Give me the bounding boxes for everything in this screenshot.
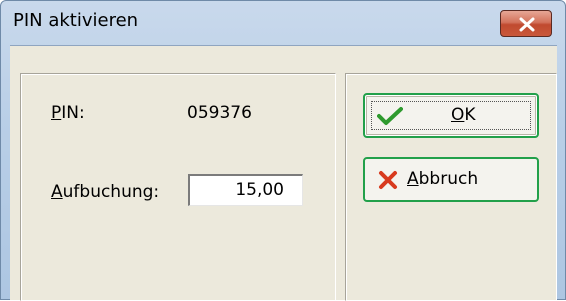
x-icon (379, 171, 397, 189)
ok-button[interactable]: OK (363, 93, 539, 138)
checkmark-icon (377, 107, 403, 125)
amount-input[interactable]: 15,00 (188, 174, 303, 206)
pin-label: PIN: (51, 103, 85, 123)
close-button[interactable] (500, 10, 552, 37)
close-icon (519, 17, 535, 32)
amount-label: Aufbuchung: (51, 182, 160, 202)
ok-label: OK (451, 105, 476, 125)
dialog-body: PIN: 059376 Aufbuchung: 15,00 OK Abbruch (10, 45, 557, 301)
dialog-window: PIN aktivieren PIN: 059376 Aufbuchung: 1… (0, 0, 566, 301)
pin-value: 059376 (187, 103, 252, 123)
cancel-button[interactable]: Abbruch (363, 157, 539, 202)
cancel-label: Abbruch (407, 169, 479, 189)
window-title: PIN aktivieren (13, 10, 139, 31)
title-bar[interactable]: PIN aktivieren (1, 1, 565, 45)
